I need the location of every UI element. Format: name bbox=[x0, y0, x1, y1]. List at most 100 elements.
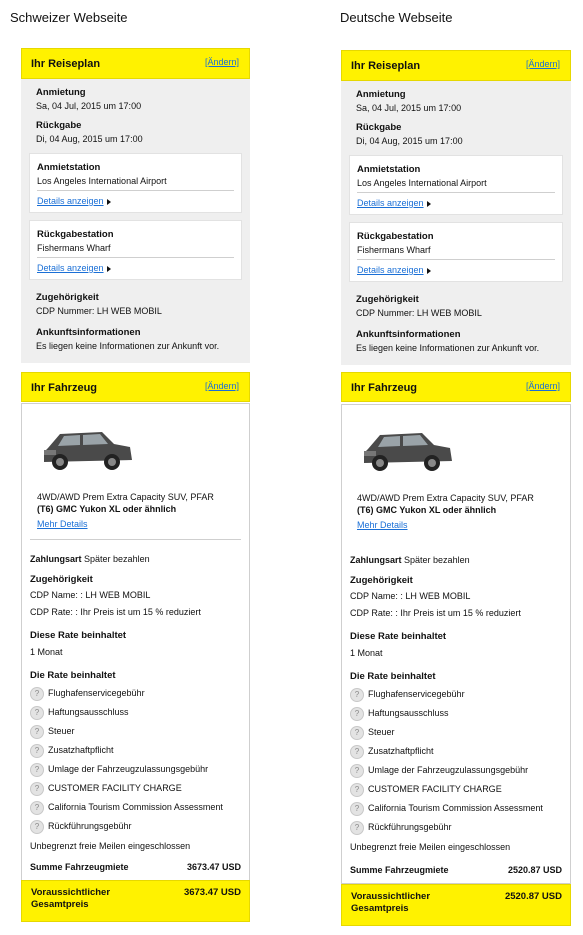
triangle-right-icon bbox=[106, 265, 111, 272]
vehicle-affiliation-label: Zugehörigkeit bbox=[30, 574, 93, 585]
triangle-right-icon bbox=[106, 198, 111, 205]
question-icon[interactable]: ? bbox=[350, 764, 364, 778]
rate-item: Flughafenservicegebühr bbox=[48, 688, 145, 698]
question-icon[interactable]: ? bbox=[350, 745, 364, 759]
vehicle-header: Ihr Fahrzeug [Ändern] bbox=[21, 372, 250, 402]
pickup-station-label: Anmietstation bbox=[37, 162, 101, 173]
payment-row: Zahlungsart Später bezahlen bbox=[350, 555, 470, 565]
pickup-station-box: Anmietstation Los Angeles International … bbox=[29, 153, 242, 213]
rate-item: California Tourism Commission Assessment bbox=[48, 802, 223, 812]
pickup-label: Anmietung bbox=[356, 89, 406, 100]
arrival-value: Es liegen keine Informationen zur Ankunf… bbox=[36, 341, 220, 351]
itinerary-title: Ihr Reiseplan bbox=[351, 60, 421, 72]
itinerary-header: Ihr Reiseplan [Ändern] bbox=[341, 50, 571, 81]
itinerary-change-link[interactable]: [Ändern] bbox=[526, 59, 560, 69]
pickup-details-link[interactable]: Details anzeigen bbox=[37, 196, 111, 206]
arrival-value: Es liegen keine Informationen zur Ankunf… bbox=[356, 343, 540, 353]
affiliation-label: Zugehörigkeit bbox=[36, 292, 99, 303]
sum-label: Summe Fahrzeugmiete bbox=[30, 862, 129, 872]
divider bbox=[357, 259, 555, 260]
rate-period: 1 Monat bbox=[350, 648, 383, 658]
pickup-label: Anmietung bbox=[36, 87, 86, 98]
return-details-link[interactable]: Details anzeigen bbox=[357, 265, 431, 275]
vehicle-desc: 4WD/AWD Prem Extra Capacity SUV, PFAR bbox=[37, 492, 214, 502]
cdp-name: CDP Name: : LH WEB MOBIL bbox=[30, 590, 151, 600]
question-icon[interactable]: ? bbox=[30, 687, 44, 701]
pickup-station: Los Angeles International Airport bbox=[37, 176, 167, 186]
miles-note: Unbegrenzt freie Meilen eingeschlossen bbox=[350, 842, 511, 852]
question-icon[interactable]: ? bbox=[30, 725, 44, 739]
pickup-station-label: Anmietstation bbox=[357, 164, 421, 175]
triangle-right-icon bbox=[426, 267, 431, 274]
question-icon[interactable]: ? bbox=[350, 688, 364, 702]
rate-item: Rückführungsgebühr bbox=[48, 821, 132, 831]
arrival-label: Ankunftsinformationen bbox=[356, 329, 461, 340]
question-icon[interactable]: ? bbox=[350, 802, 364, 816]
details-link-text: Details anzeigen bbox=[37, 263, 104, 273]
pickup-date: Sa, 04 Jul, 2015 um 17:00 bbox=[36, 101, 142, 111]
cdp-rate: CDP Rate: : Ihr Preis ist um 15 % reduzi… bbox=[30, 607, 201, 617]
question-icon[interactable]: ? bbox=[350, 726, 364, 740]
divider bbox=[37, 257, 234, 258]
question-icon[interactable]: ? bbox=[30, 820, 44, 834]
total-label: Voraussichtlicher Gesamtpreis bbox=[351, 891, 431, 914]
column-german: Ihr Reiseplan [Ändern] Anmietung Sa, 04 … bbox=[341, 48, 571, 928]
rate-includes-label: Diese Rate beinhaltet bbox=[350, 631, 447, 642]
return-date: Di, 04 Aug, 2015 um 17:00 bbox=[36, 134, 143, 144]
question-icon[interactable]: ? bbox=[350, 783, 364, 797]
rate-item: Zusatzhaftpflicht bbox=[368, 746, 434, 756]
rate-item: California Tourism Commission Assessment bbox=[368, 803, 543, 813]
vehicle-affiliation-label: Zugehörigkeit bbox=[350, 575, 413, 586]
suv-icon bbox=[364, 433, 452, 471]
return-station-box: Rückgabestation Fishermans Wharf Details… bbox=[349, 222, 563, 282]
vehicle-change-link[interactable]: [Ändern] bbox=[205, 381, 239, 391]
vehicle-change-link[interactable]: [Ändern] bbox=[526, 381, 560, 391]
rate-item: Rückführungsgebühr bbox=[368, 822, 452, 832]
return-details-link[interactable]: Details anzeigen bbox=[37, 263, 111, 273]
sum-value: 3673.47 USD bbox=[186, 862, 241, 872]
sum-value: 2520.87 USD bbox=[507, 865, 562, 875]
return-station: Fishermans Wharf bbox=[37, 243, 111, 253]
question-icon[interactable]: ? bbox=[30, 744, 44, 758]
rate-includes-label: Diese Rate beinhaltet bbox=[30, 630, 127, 641]
rate-item: CUSTOMER FACILITY CHARGE bbox=[368, 784, 502, 794]
rate-item: Umlage der Fahrzeugzulassungsgebühr bbox=[48, 764, 209, 774]
question-icon[interactable]: ? bbox=[350, 821, 364, 835]
column-swiss: Ihr Reiseplan [Ändern] Anmietung Sa, 04 … bbox=[21, 48, 250, 928]
more-details-link[interactable]: Mehr Details bbox=[357, 520, 408, 530]
triangle-right-icon bbox=[426, 200, 431, 207]
payment-label: Zahlungsart bbox=[350, 555, 402, 565]
vehicle-panel: 4WD/AWD Prem Extra Capacity SUV, PFAR (T… bbox=[21, 403, 250, 882]
vehicle-title: Ihr Fahrzeug bbox=[31, 382, 98, 394]
details-link-text: Details anzeigen bbox=[37, 196, 104, 206]
rate-item: CUSTOMER FACILITY CHARGE bbox=[48, 783, 182, 793]
rate-item: Steuer bbox=[48, 726, 75, 736]
return-label: Rückgabe bbox=[356, 122, 402, 133]
itinerary-title: Ihr Reiseplan bbox=[31, 58, 101, 70]
rate-items-label: Die Rate beinhaltet bbox=[350, 671, 436, 682]
vehicle-model: (T6) GMC Yukon XL oder ähnlich bbox=[37, 504, 177, 514]
question-icon[interactable]: ? bbox=[30, 782, 44, 796]
return-station-box: Rückgabestation Fishermans Wharf Details… bbox=[29, 220, 242, 280]
details-link-text: Details anzeigen bbox=[357, 265, 424, 275]
payment-label: Zahlungsart bbox=[30, 554, 82, 564]
cdp-rate: CDP Rate: : Ihr Preis ist um 15 % reduzi… bbox=[350, 608, 521, 618]
question-icon[interactable]: ? bbox=[30, 801, 44, 815]
itinerary-change-link[interactable]: [Ändern] bbox=[205, 57, 239, 67]
more-details-link[interactable]: Mehr Details bbox=[37, 519, 88, 529]
return-label: Rückgabe bbox=[36, 120, 82, 131]
question-icon[interactable]: ? bbox=[30, 763, 44, 777]
pickup-date: Sa, 04 Jul, 2015 um 17:00 bbox=[356, 103, 462, 113]
question-icon[interactable]: ? bbox=[30, 706, 44, 720]
vehicle-model: (T6) GMC Yukon XL oder ähnlich bbox=[357, 505, 497, 515]
payment-value: Später bezahlen bbox=[84, 554, 150, 564]
pickup-details-link[interactable]: Details anzeigen bbox=[357, 198, 431, 208]
cdp-name: CDP Name: : LH WEB MOBIL bbox=[350, 591, 471, 601]
vehicle-panel: 4WD/AWD Prem Extra Capacity SUV, PFAR (T… bbox=[341, 404, 571, 884]
question-icon[interactable]: ? bbox=[350, 707, 364, 721]
pickup-station: Los Angeles International Airport bbox=[357, 178, 487, 188]
affiliation-value: CDP Nummer: LH WEB MOBIL bbox=[36, 306, 162, 316]
title-german: Deutsche Webseite bbox=[340, 10, 453, 25]
payment-row: Zahlungsart Später bezahlen bbox=[30, 554, 150, 564]
vehicle-title: Ihr Fahrzeug bbox=[351, 382, 418, 394]
